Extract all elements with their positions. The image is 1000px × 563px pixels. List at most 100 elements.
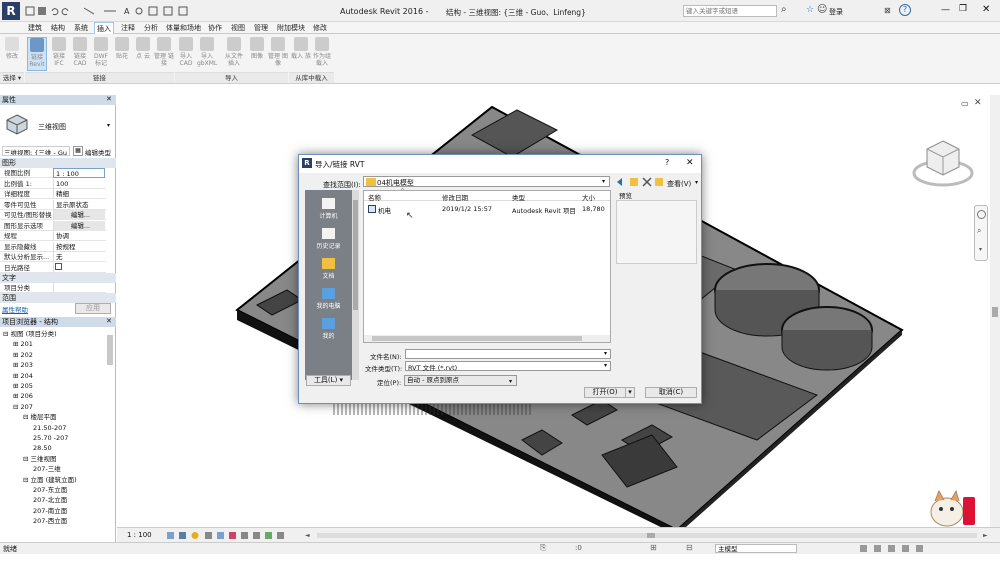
graphics-section[interactable]: 图形 xyxy=(0,158,116,168)
place-label[interactable]: 我的 xyxy=(305,331,352,340)
place-icon[interactable] xyxy=(322,288,335,299)
place-icon[interactable] xyxy=(322,228,335,239)
expand-icon[interactable]: ⊞ xyxy=(13,361,21,369)
import-cad-button[interactable]: 导入 CAD xyxy=(176,37,196,67)
tree-item[interactable]: ⊞ 201 xyxy=(13,339,33,349)
manage-images-button[interactable]: 管理 图像 xyxy=(268,37,288,67)
design-options-icon[interactable]: ⊟ xyxy=(686,543,693,552)
view-hscrollbar[interactable] xyxy=(317,533,977,538)
tree-item[interactable]: 207-三维 xyxy=(33,464,61,474)
steering-wheel-icon[interactable] xyxy=(977,210,986,219)
view-scroll-left[interactable]: ◄ xyxy=(305,532,310,539)
properties-help-link[interactable]: 属性帮助 xyxy=(2,304,28,314)
tab-structure[interactable]: 结构 xyxy=(49,22,67,34)
view-close-icon[interactable]: ✕ xyxy=(974,98,982,108)
place-label[interactable]: 文档 xyxy=(305,271,352,280)
app-menu-button[interactable]: R xyxy=(2,2,20,20)
expand-icon[interactable]: ⊞ xyxy=(13,340,21,348)
place-label[interactable]: 我的电脑 xyxy=(305,301,352,310)
model-selector[interactable]: 主模型 xyxy=(715,544,797,553)
scroll-thumb[interactable] xyxy=(992,307,998,317)
point-cloud-button[interactable]: 点 云 xyxy=(133,37,153,60)
text-section[interactable]: 文字 xyxy=(0,273,116,283)
editable-icon[interactable]: ⊞ xyxy=(650,543,657,552)
view-scale[interactable]: 1 : 100 xyxy=(127,531,152,539)
tab-insert[interactable]: 插入 xyxy=(94,22,114,34)
exchange-icon[interactable]: ⊠ xyxy=(884,6,891,15)
tree-item[interactable]: ⊟ 207 xyxy=(13,402,33,412)
zoom-icon[interactable]: ⌕ xyxy=(977,226,981,236)
property-value[interactable]: 无 xyxy=(53,252,105,262)
sign-in-label[interactable]: 登录 xyxy=(829,7,843,17)
property-value[interactable]: 显示原状态 xyxy=(53,199,105,210)
open-button[interactable]: 打开(O) xyxy=(584,387,626,398)
tab-addins[interactable]: 附加模块 xyxy=(275,22,307,34)
tree-item[interactable]: ⊞ 205 xyxy=(13,381,33,391)
filename-input[interactable]: ▾ xyxy=(405,349,611,359)
col-size[interactable]: 大小 xyxy=(582,192,595,202)
expand-icon[interactable]: ⊟ xyxy=(23,455,31,463)
view-menu-chevron-icon[interactable]: ▾ xyxy=(695,179,698,186)
expand-icon[interactable]: ⊞ xyxy=(13,372,21,380)
dwf-markup-button[interactable]: DWF 标记 xyxy=(91,37,111,67)
col-date[interactable]: 修改日期 xyxy=(442,192,468,202)
worksets-icon[interactable]: ⎘ xyxy=(540,543,546,553)
tree-item[interactable]: 21.50-207 xyxy=(33,423,66,433)
insert-from-file-button[interactable]: 从文件 插入 xyxy=(224,37,244,67)
viewcube[interactable] xyxy=(912,135,974,191)
close-browser-icon[interactable]: ✕ xyxy=(106,317,112,325)
tree-item[interactable]: 207-南立面 xyxy=(33,506,67,516)
tree-item[interactable]: ⊟ 楼层平面 xyxy=(23,412,57,422)
quick-access-icons[interactable]: A xyxy=(24,6,254,16)
tree-item[interactable]: 207-东立面 xyxy=(33,485,67,495)
expand-icon[interactable]: ⊟ xyxy=(13,403,21,411)
property-value[interactable] xyxy=(53,283,105,293)
view-selector[interactable]: 三维视图: {三维 - Gu xyxy=(2,146,70,156)
tab-collaborate[interactable]: 协作 xyxy=(206,22,224,34)
image-button[interactable]: 图像 xyxy=(247,37,267,60)
import-gbxml-button[interactable]: 导入 gbXML xyxy=(197,37,217,67)
range-section[interactable]: 范围 xyxy=(0,293,116,303)
star-icon[interactable]: ☆ xyxy=(806,5,814,15)
tree-item[interactable]: 28.50 xyxy=(33,443,52,453)
position-dropdown[interactable]: 自动 - 原点到原点 ▾ xyxy=(404,375,517,386)
load-family-button[interactable]: 载入 族 xyxy=(291,37,311,60)
tree-item[interactable]: ⊞ 203 xyxy=(13,360,33,370)
property-value[interactable]: 精细 xyxy=(53,189,105,199)
view-scroll-right[interactable]: ► xyxy=(983,532,988,539)
tree-item[interactable]: 207-西立面 xyxy=(33,516,67,526)
tree-item[interactable]: ⊞ 202 xyxy=(13,350,33,360)
link-ifc-button[interactable]: 链接 IFC xyxy=(49,37,69,67)
tab-systems[interactable]: 系统 xyxy=(72,22,90,34)
file-list-hscroll-thumb[interactable] xyxy=(372,336,582,341)
tree-item[interactable]: ⊟ 视图 (项目分类) xyxy=(3,329,57,339)
filetype-chevron-icon[interactable]: ▾ xyxy=(604,362,607,369)
tab-modify[interactable]: 修改 xyxy=(311,22,329,34)
file-row[interactable]: 机电 2019/1/2 15:57 Autodesk Revit 项目 18,7… xyxy=(364,204,610,215)
selection-filter-icons[interactable] xyxy=(858,544,968,554)
navigation-tools[interactable] xyxy=(615,177,665,187)
place-icon[interactable] xyxy=(322,198,335,209)
apply-button[interactable]: 应用 xyxy=(75,303,111,314)
tab-analyze[interactable]: 分析 xyxy=(142,22,160,34)
place-label[interactable]: 计算机 xyxy=(305,211,352,220)
filename-chevron-icon[interactable]: ▾ xyxy=(604,350,607,357)
property-value[interactable]: 1 : 100 xyxy=(53,168,105,178)
view-restore-icon[interactable]: ▭ xyxy=(961,99,969,108)
expand-icon[interactable]: ⊞ xyxy=(13,382,21,390)
browser-scrollbar[interactable] xyxy=(107,335,113,365)
tree-item[interactable]: ⊞ 204 xyxy=(13,371,33,381)
edit-type-button[interactable]: 编辑类型 xyxy=(85,147,111,157)
view-control-icons[interactable] xyxy=(165,531,295,540)
cancel-button[interactable]: 取消(C) xyxy=(645,387,697,398)
dialog-close-button[interactable]: ✕ xyxy=(686,158,694,168)
property-value[interactable]: 协调 xyxy=(53,231,105,241)
tree-item[interactable]: ⊟ 立面 (建筑立面) xyxy=(23,475,77,485)
tab-massing-site[interactable]: 体量和场地 xyxy=(164,22,203,34)
tree-item[interactable]: 207-北立面 xyxy=(33,495,67,505)
tools-button[interactable]: 工具(L) ▾ xyxy=(306,375,351,386)
expand-icon[interactable]: ⊟ xyxy=(3,330,11,338)
lookin-dropdown[interactable]: 04机电模型 ▾ xyxy=(363,176,610,187)
view-menu-label[interactable]: 查看(V) xyxy=(667,179,691,189)
manage-links-button[interactable]: 管理 链接 xyxy=(154,37,174,67)
